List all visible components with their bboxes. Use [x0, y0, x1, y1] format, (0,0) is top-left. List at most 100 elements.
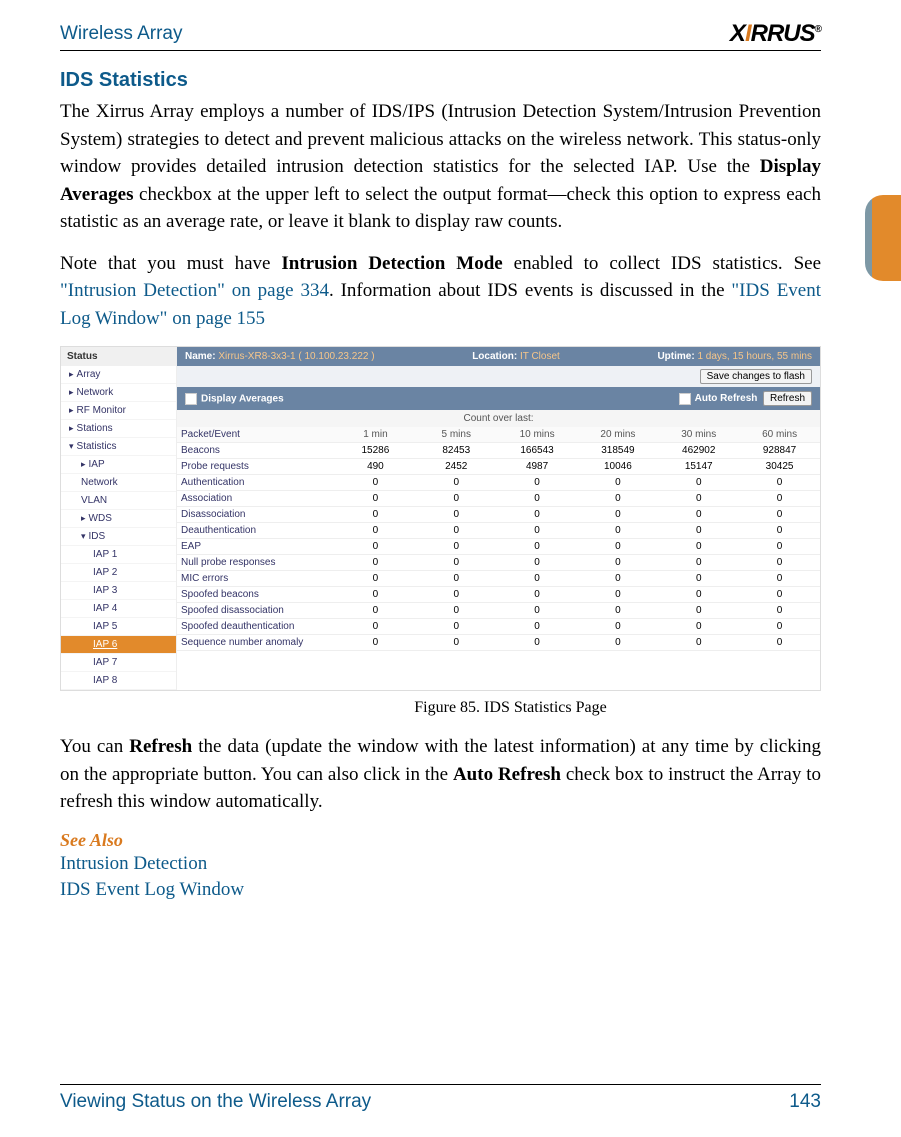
- row-value: 0: [739, 603, 820, 619]
- table-row: EAP000000: [177, 539, 820, 555]
- nav-iap3[interactable]: IAP 3: [61, 582, 176, 600]
- row-value: 0: [416, 507, 497, 523]
- table-header: 10 mins: [497, 427, 578, 443]
- row-value: 4987: [497, 459, 578, 475]
- row-value: 0: [416, 491, 497, 507]
- page-header: Wireless Array XIRRUS®: [60, 20, 821, 51]
- table-row: Beacons152868245316654331854946290292884…: [177, 443, 820, 459]
- nav-iap5[interactable]: IAP 5: [61, 618, 176, 636]
- row-value: 0: [739, 475, 820, 491]
- row-value: 0: [658, 491, 739, 507]
- row-value: 0: [497, 555, 578, 571]
- link-intrusion-detection[interactable]: "Intrusion Detection" on page 334: [60, 280, 329, 301]
- table-header: Packet/Event: [177, 427, 335, 443]
- nav-statistics[interactable]: ▾Statistics: [61, 438, 176, 456]
- refresh-button[interactable]: Refresh: [763, 391, 812, 406]
- row-value: 0: [335, 571, 416, 587]
- row-value: 0: [658, 507, 739, 523]
- row-value: 0: [658, 619, 739, 635]
- save-changes-button[interactable]: Save changes to flash: [700, 369, 812, 384]
- table-row: Authentication000000: [177, 475, 820, 491]
- see-also-link-1[interactable]: Intrusion Detection: [60, 851, 821, 877]
- row-value: 0: [739, 507, 820, 523]
- table-row: Deauthentication000000: [177, 523, 820, 539]
- header-title: Wireless Array: [60, 23, 182, 45]
- nav-iap4[interactable]: IAP 4: [61, 600, 176, 618]
- nav-vlan[interactable]: VLAN: [61, 492, 176, 510]
- nav-iap7[interactable]: IAP 7: [61, 654, 176, 672]
- row-value: 0: [739, 619, 820, 635]
- nav-array[interactable]: ▸Array: [61, 366, 176, 384]
- display-averages-checkbox[interactable]: [185, 393, 197, 405]
- nav-ids[interactable]: ▾IDS: [61, 528, 176, 546]
- row-value: 0: [335, 523, 416, 539]
- row-value: 2452: [416, 459, 497, 475]
- row-value: 0: [335, 507, 416, 523]
- nav-rfmonitor[interactable]: ▸RF Monitor: [61, 402, 176, 420]
- row-value: 0: [416, 555, 497, 571]
- row-label: MIC errors: [177, 571, 335, 587]
- row-label: Deauthentication: [177, 523, 335, 539]
- nav-iap2[interactable]: IAP 2: [61, 564, 176, 582]
- row-value: 0: [497, 603, 578, 619]
- nav-iap6[interactable]: IAP 6: [61, 636, 176, 654]
- row-value: 0: [658, 571, 739, 587]
- row-value: 0: [658, 523, 739, 539]
- nav-iap8[interactable]: IAP 8: [61, 672, 176, 690]
- row-value: 0: [577, 523, 658, 539]
- row-value: 15147: [658, 459, 739, 475]
- row-value: 0: [577, 507, 658, 523]
- row-value: 0: [497, 523, 578, 539]
- row-value: 490: [335, 459, 416, 475]
- see-also-heading: See Also: [60, 830, 821, 851]
- row-value: 0: [416, 475, 497, 491]
- table-row: Spoofed deauthentication000000: [177, 619, 820, 635]
- row-value: 0: [416, 523, 497, 539]
- nav-stations[interactable]: ▸Stations: [61, 420, 176, 438]
- table-row: Spoofed beacons000000: [177, 587, 820, 603]
- row-value: 0: [497, 539, 578, 555]
- footer-page-number: 143: [789, 1091, 821, 1113]
- row-value: 0: [497, 587, 578, 603]
- row-value: 928847: [739, 443, 820, 459]
- row-value: 0: [739, 555, 820, 571]
- row-value: 0: [497, 507, 578, 523]
- row-label: Association: [177, 491, 335, 507]
- row-value: 0: [416, 571, 497, 587]
- row-value: 0: [335, 619, 416, 635]
- row-label: Sequence number anomaly: [177, 635, 335, 651]
- row-value: 0: [497, 619, 578, 635]
- nav-network2[interactable]: Network: [61, 474, 176, 492]
- row-label: Probe requests: [177, 459, 335, 475]
- see-also-link-2[interactable]: IDS Event Log Window: [60, 877, 821, 903]
- row-value: 0: [416, 635, 497, 651]
- row-value: 0: [416, 619, 497, 635]
- row-value: 0: [658, 555, 739, 571]
- nav-iap1[interactable]: IAP 1: [61, 546, 176, 564]
- row-value: 0: [658, 603, 739, 619]
- row-value: 82453: [416, 443, 497, 459]
- row-value: 0: [739, 523, 820, 539]
- row-label: Beacons: [177, 443, 335, 459]
- paragraph-1: The Xirrus Array employs a number of IDS…: [60, 98, 821, 236]
- nav-iap[interactable]: ▸IAP: [61, 456, 176, 474]
- table-header: 5 mins: [416, 427, 497, 443]
- row-value: 0: [416, 587, 497, 603]
- row-value: 0: [416, 539, 497, 555]
- row-value: 0: [497, 635, 578, 651]
- row-label: Null probe responses: [177, 555, 335, 571]
- sidebar-nav: Status ▸Array ▸Network ▸RF Monitor ▸Stat…: [61, 347, 177, 690]
- table-header: 60 mins: [739, 427, 820, 443]
- nav-network[interactable]: ▸Network: [61, 384, 176, 402]
- row-label: Spoofed beacons: [177, 587, 335, 603]
- nav-wds[interactable]: ▸WDS: [61, 510, 176, 528]
- auto-refresh-checkbox[interactable]: [679, 393, 691, 405]
- row-value: 10046: [577, 459, 658, 475]
- row-value: 0: [577, 635, 658, 651]
- page-footer: Viewing Status on the Wireless Array 143: [60, 1084, 821, 1113]
- row-value: 462902: [658, 443, 739, 459]
- row-value: 0: [497, 571, 578, 587]
- row-value: 0: [577, 603, 658, 619]
- xirrus-logo: XIRRUS®: [730, 20, 821, 48]
- footer-section: Viewing Status on the Wireless Array: [60, 1091, 371, 1113]
